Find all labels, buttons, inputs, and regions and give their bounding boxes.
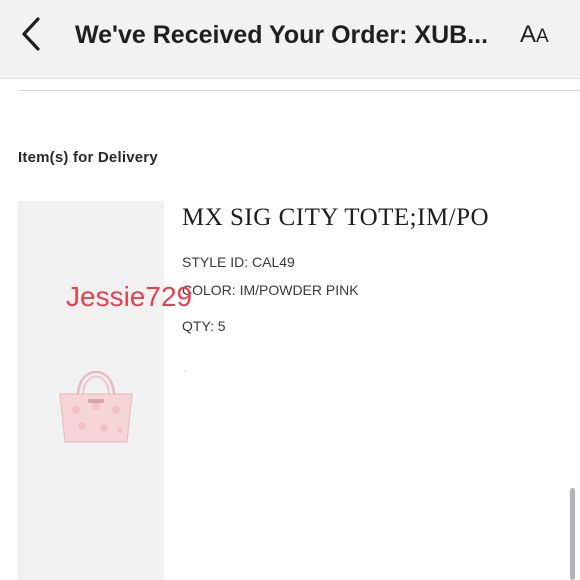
chevron-left-icon bbox=[22, 17, 40, 51]
style-id-label: STYLE ID: CAL49 bbox=[182, 254, 295, 270]
faint-dot bbox=[184, 370, 186, 372]
section-divider bbox=[18, 90, 580, 91]
text-size-label-small: A bbox=[536, 26, 549, 47]
section-heading: Item(s) for Delivery bbox=[18, 149, 158, 166]
tote-bag-image[interactable] bbox=[52, 356, 140, 448]
scrollbar[interactable] bbox=[570, 488, 575, 580]
text-size-button[interactable]: AA bbox=[520, 20, 560, 50]
app-header: We've Received Your Order: XUB... AA bbox=[0, 0, 580, 79]
quantity-label: QTY: 5 bbox=[182, 318, 226, 334]
color-label: COLOR: IM/POWDER PINK bbox=[182, 282, 359, 298]
back-button[interactable] bbox=[14, 14, 48, 54]
product-name[interactable]: MX SIG CITY TOTE;IM/PO bbox=[182, 204, 489, 232]
page-title: We've Received Your Order: XUB... bbox=[75, 21, 489, 49]
text-size-label-large: A bbox=[520, 21, 537, 48]
